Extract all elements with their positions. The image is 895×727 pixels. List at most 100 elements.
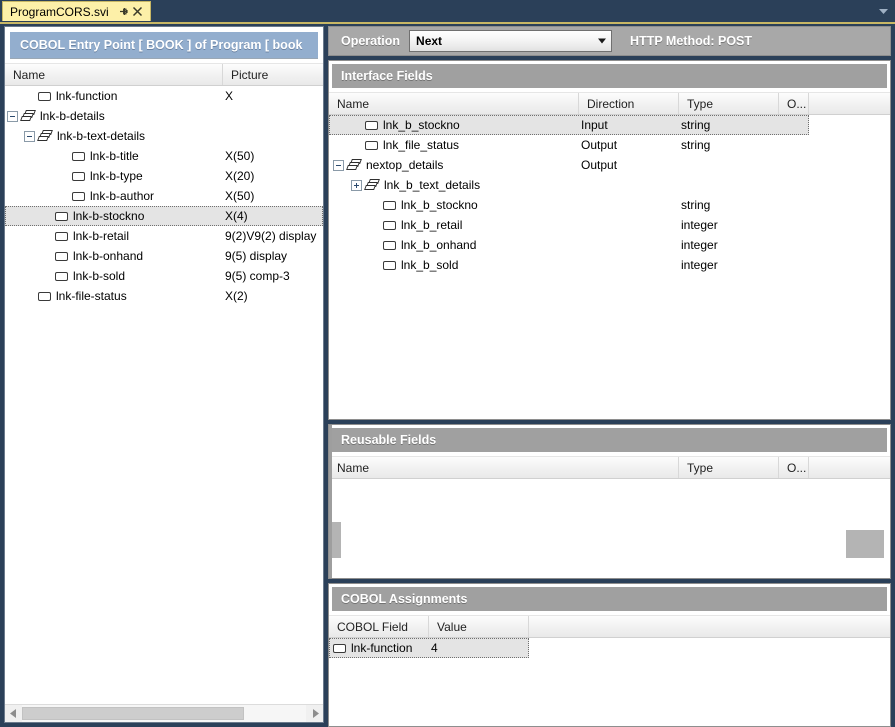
field-icon <box>38 292 51 301</box>
group-icon <box>365 179 380 191</box>
tab-underline <box>0 22 895 24</box>
table-row[interactable]: lnk-b-titleX(50) <box>5 146 323 166</box>
reusable-fields-section: Reusable Fields Name Type O... <box>328 424 891 579</box>
column-header-name[interactable]: Name <box>5 64 223 85</box>
table-row[interactable]: lnk_file_statusOutputstring <box>329 135 890 155</box>
cell-name: lnk-b-details <box>5 109 223 123</box>
table-row[interactable]: lnk-b-sold9(5) comp-3 <box>5 266 323 286</box>
row-label: lnk-b-title <box>90 149 139 163</box>
cell-direction: Output <box>579 158 679 172</box>
row-label: lnk-function <box>56 89 117 103</box>
collapse-icon[interactable] <box>7 111 18 122</box>
column-header-name[interactable]: Name <box>329 457 679 478</box>
column-header-name[interactable]: Name <box>329 93 579 114</box>
cell-picture: 9(5) comp-3 <box>223 269 323 283</box>
field-icon <box>383 261 396 270</box>
table-row[interactable]: lnk_b_stocknostring <box>329 195 890 215</box>
close-icon[interactable] <box>131 5 145 19</box>
column-header-direction[interactable]: Direction <box>579 93 679 114</box>
tab-label: ProgramCORS.svi <box>10 5 117 19</box>
field-icon <box>55 232 68 241</box>
cell-name: lnk_b_stockno <box>329 198 579 212</box>
cell-type: string <box>679 138 779 152</box>
row-label: lnk_b_sold <box>401 258 458 272</box>
chevron-down-icon[interactable] <box>598 39 606 44</box>
table-row[interactable]: lnk-b-type X(20) <box>5 166 323 186</box>
row-label: lnk-function <box>351 641 412 655</box>
column-header-o[interactable]: O... <box>779 457 809 478</box>
field-icon <box>383 221 396 230</box>
cell-type: integer <box>679 258 779 272</box>
cell-name: lnk-b-title <box>5 149 223 163</box>
interface-fields-grid: Name Direction Type O... lnk_b_stocknoIn… <box>329 92 890 419</box>
column-header-filler <box>809 457 890 478</box>
table-row[interactable]: lnk_b_text_details <box>329 175 890 195</box>
table-row[interactable]: lnk-file-statusX(2) <box>5 286 323 306</box>
column-header-o[interactable]: O... <box>779 93 809 114</box>
field-icon <box>365 141 378 150</box>
cell-direction: Output <box>579 138 679 152</box>
operation-selected-value: Next <box>410 34 442 48</box>
row-label: lnk-b-details <box>40 109 105 123</box>
field-icon <box>72 192 85 201</box>
table-row[interactable]: lnk-b-text-details <box>5 126 323 146</box>
operation-label: Operation <box>332 34 409 48</box>
row-label: lnk-b-author <box>90 189 154 203</box>
column-header-type[interactable]: Type <box>679 457 779 478</box>
collapse-icon[interactable] <box>333 160 344 171</box>
table-row[interactable]: nextop_detailsOutput <box>329 155 890 175</box>
table-row[interactable]: lnk-function 4 <box>329 638 529 658</box>
tab-program-cors[interactable]: ProgramCORS.svi <box>2 1 151 21</box>
cell-picture: X(4) <box>223 209 323 223</box>
resize-grip-right[interactable] <box>846 530 884 558</box>
cell-name: lnk-b-onhand <box>5 249 223 263</box>
table-row[interactable]: lnk_b_onhandinteger <box>329 235 890 255</box>
field-icon <box>383 201 396 210</box>
chevron-down-icon[interactable] <box>877 5 889 17</box>
row-label: lnk-b-type <box>90 169 143 183</box>
table-row[interactable]: lnk-b-onhand9(5) display <box>5 246 323 266</box>
arrow-left-icon[interactable] <box>5 705 22 722</box>
column-header-type[interactable]: Type <box>679 93 779 114</box>
field-icon <box>333 644 346 653</box>
cell-picture: X(20) <box>223 169 323 183</box>
pin-icon[interactable] <box>117 5 131 19</box>
row-label: lnk-file-status <box>56 289 127 303</box>
resize-grip-left[interactable] <box>332 522 341 558</box>
table-row[interactable]: lnk-b-retail9(2)V9(2) display <box>5 226 323 246</box>
field-icon <box>38 92 51 101</box>
table-row[interactable]: lnk-b-stocknoX(4) <box>5 206 323 226</box>
table-row[interactable]: lnk-b-details <box>5 106 323 126</box>
reusable-fields-grid: Name Type O... <box>329 456 890 578</box>
http-method-label: HTTP Method: POST <box>630 34 752 48</box>
table-row[interactable]: lnk-b-authorX(50) <box>5 186 323 206</box>
cell-value: 4 <box>429 641 529 655</box>
field-icon <box>72 152 85 161</box>
table-row[interactable]: lnk_b_retailinteger <box>329 215 890 235</box>
expand-icon[interactable] <box>351 180 362 191</box>
table-row[interactable]: lnk-functionX <box>5 86 323 106</box>
scrollbar-thumb[interactable] <box>22 707 244 720</box>
cobol-assignments-grid: COBOL Field Value lnk-function 4 <box>329 615 890 726</box>
grid-body: lnk-function 4 <box>329 638 890 726</box>
operation-pane: Operation Next HTTP Method: POST Interfa… <box>328 26 891 723</box>
grid-body: lnk-functionX lnk-b-details lnk-b-text-det… <box>5 86 323 704</box>
column-header-cobol-field[interactable]: COBOL Field <box>329 616 429 637</box>
cell-name: lnk-b-author <box>5 189 223 203</box>
group-icon <box>347 159 362 171</box>
operation-select[interactable]: Next <box>409 30 612 52</box>
cell-name: lnk-b-type <box>5 169 223 183</box>
scrollbar-track[interactable] <box>22 705 306 722</box>
interface-fields-section: Interface Fields Name Direction Type O..… <box>328 60 891 420</box>
horizontal-scrollbar[interactable] <box>5 704 323 722</box>
column-header-value[interactable]: Value <box>429 616 529 637</box>
row-label: lnk_b_text_details <box>384 178 480 192</box>
table-row[interactable]: lnk_b_stocknoInputstring <box>329 115 809 135</box>
collapse-icon[interactable] <box>24 131 35 142</box>
arrow-right-icon[interactable] <box>306 705 323 722</box>
cell-name: nextop_details <box>329 158 579 172</box>
grid-body: lnk_b_stocknoInputstringlnk_file_statusO… <box>329 115 890 419</box>
table-row[interactable]: lnk_b_sold integer <box>329 255 890 275</box>
cell-name: lnk-b-sold <box>5 269 223 283</box>
column-header-picture[interactable]: Picture <box>223 64 323 85</box>
